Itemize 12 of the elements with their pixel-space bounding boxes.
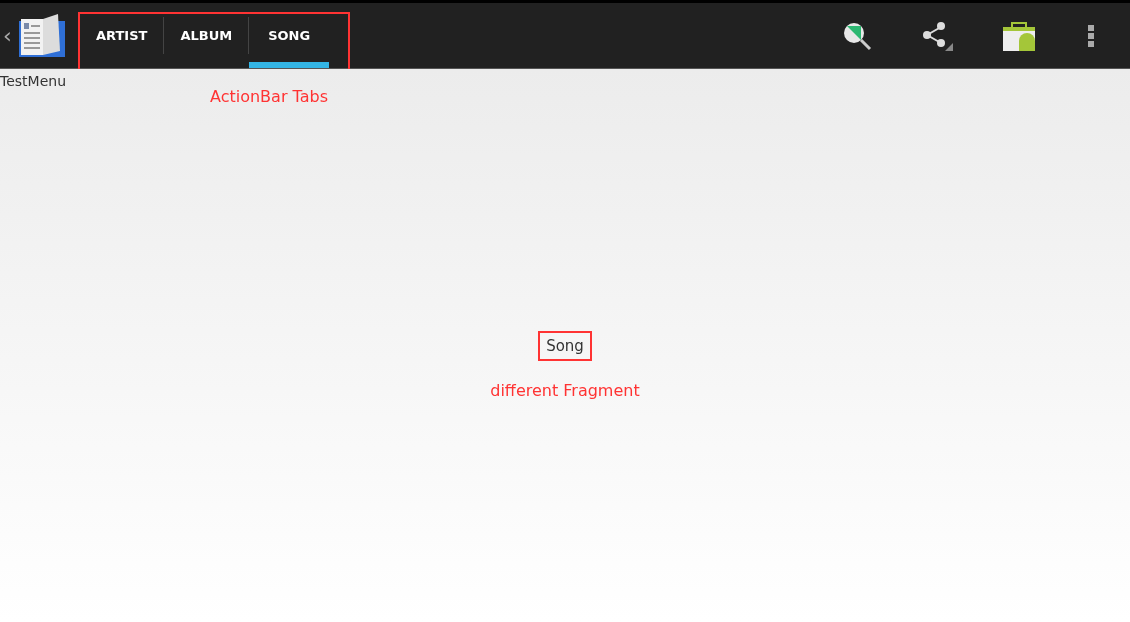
book-icon[interactable] (18, 12, 66, 59)
search-icon[interactable] (842, 20, 872, 51)
annotation-text: ActionBar Tabs (210, 87, 328, 106)
tab[interactable]: ARTIST (80, 3, 164, 68)
overflow-menu-icon[interactable] (1088, 24, 1094, 47)
up-caret[interactable]: ‹ (3, 23, 15, 48)
share-icon[interactable] (920, 20, 954, 51)
app-label: TestMenu (0, 72, 67, 89)
annotation-text: different Fragment (490, 380, 640, 400)
shopping-bag-icon[interactable] (1002, 20, 1036, 51)
tab[interactable]: ALBUM (164, 3, 249, 68)
fragment-text: Song (538, 330, 592, 361)
